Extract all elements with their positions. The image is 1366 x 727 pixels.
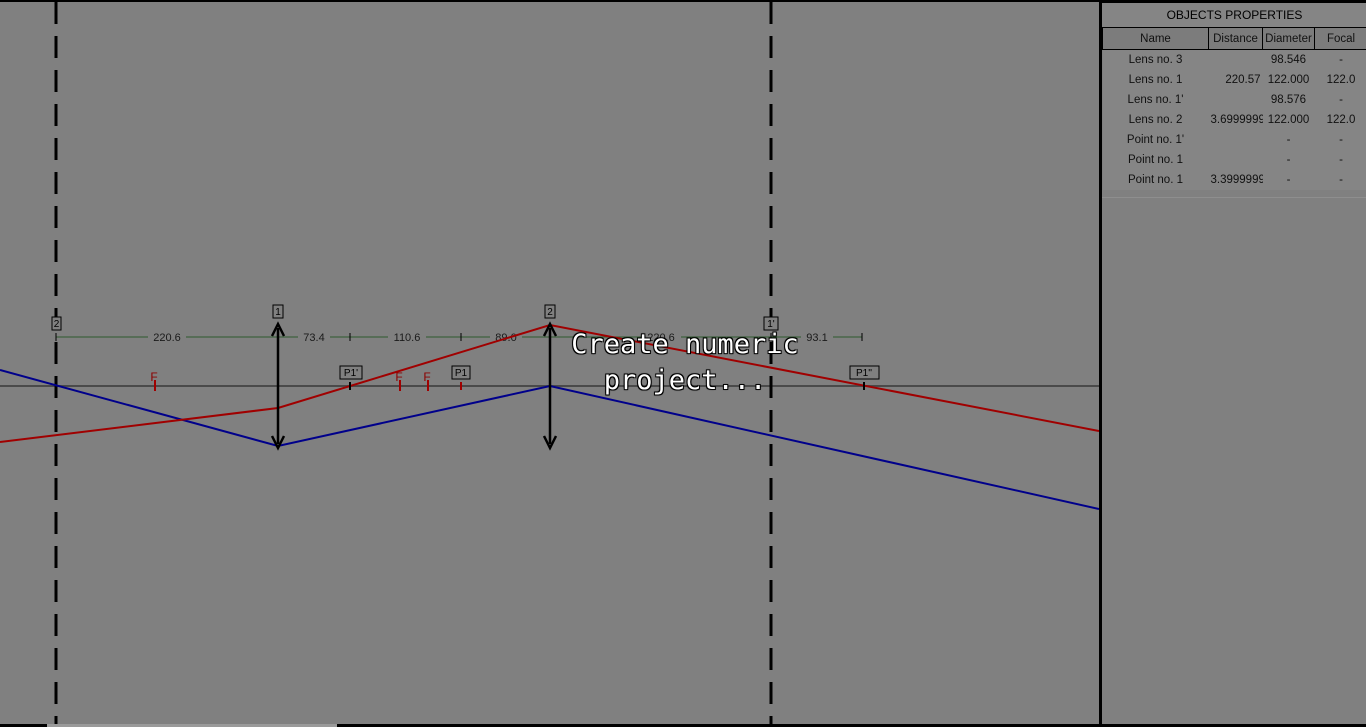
table-row[interactable]: Point no. 1' - - (1102, 130, 1366, 150)
cell-diameter: - (1262, 130, 1315, 150)
distance-label: 220.6 (153, 332, 181, 344)
table-row[interactable]: Point no. 1 - - (1102, 150, 1366, 170)
distance-label: 220.6 (647, 332, 675, 344)
column-header-distance[interactable]: Distance (1208, 28, 1263, 50)
cell-focal: - (1314, 49, 1366, 70)
cell-diameter: 98.576 (1262, 90, 1315, 110)
svg-text:P1': P1' (344, 368, 358, 379)
focal-point[interactable]: F (423, 370, 431, 391)
table-row[interactable]: Lens no. 1 220.57 122.000 122.0 (1102, 70, 1366, 90)
lens-tag-text: 2 (54, 319, 60, 330)
panel-title: OBJECTS PROPERTIES (1102, 3, 1366, 28)
svg-text:F: F (423, 370, 430, 384)
cell-name: Lens no. 1 (1102, 70, 1209, 90)
cell-distance (1208, 90, 1263, 110)
table-row[interactable]: Lens no. 2 3.699999999 122.000 122.0 (1102, 110, 1366, 130)
cell-distance (1208, 130, 1263, 150)
cell-name: Lens no. 2 (1102, 110, 1209, 130)
cell-name: Point no. 1' (1102, 130, 1209, 150)
lens-tag-text: 1 (275, 307, 281, 318)
cell-distance (1208, 150, 1263, 170)
cell-diameter: 122.000 (1262, 110, 1315, 130)
cell-distance: 220.57 (1208, 70, 1263, 90)
distance-label: 93.1 (806, 332, 827, 344)
optical-canvas[interactable]: 220.6 73.4 110.6 89.0 220.6 93.1 2 1 2 1… (0, 2, 1099, 724)
focal-point[interactable]: F (150, 370, 158, 391)
cell-focal: - (1314, 170, 1366, 190)
cell-name: Point no. 1 (1102, 150, 1209, 170)
lens-tag-text: 1' (767, 319, 775, 330)
cell-focal: - (1314, 130, 1366, 150)
properties-table: Name Distance Diameter Focal Lens no. 3 … (1102, 28, 1366, 190)
svg-text:F: F (395, 370, 402, 384)
svg-text:P1: P1 (455, 368, 468, 379)
distance-label: 110.6 (394, 332, 421, 344)
table-row[interactable]: Lens no. 1' 98.576 - (1102, 90, 1366, 110)
cell-diameter: 122.000 (1262, 70, 1315, 90)
objects-properties-panel: OBJECTS PROPERTIES Name Distance Diamete… (1101, 3, 1366, 724)
focal-point[interactable]: F (395, 370, 403, 391)
column-header-focal[interactable]: Focal (1314, 28, 1366, 50)
panel-empty-area (1102, 197, 1366, 724)
cell-diameter: 98.546 (1262, 49, 1315, 70)
cell-focal: 122.0 (1314, 110, 1366, 130)
column-header-diameter[interactable]: Diameter (1262, 28, 1315, 50)
cell-name: Lens no. 1' (1102, 90, 1209, 110)
cell-name: Point no. 1 (1102, 170, 1209, 190)
column-header-name[interactable]: Name (1102, 28, 1209, 50)
cell-focal: - (1314, 90, 1366, 110)
cell-focal: 122.0 (1314, 70, 1366, 90)
cell-distance (1208, 49, 1263, 70)
table-row[interactable]: Point no. 1 3.399999999 - - (1102, 170, 1366, 190)
distance-label: 73.4 (303, 332, 324, 344)
svg-text:F: F (150, 370, 157, 384)
cell-distance: 3.399999999 (1208, 170, 1263, 190)
cell-diameter: - (1262, 150, 1315, 170)
lens-tag-text: 2 (547, 307, 553, 318)
cell-name: Lens no. 3 (1102, 49, 1209, 70)
table-row[interactable]: Lens no. 3 98.546 - (1102, 49, 1366, 70)
svg-text:P1'': P1'' (856, 368, 872, 379)
cell-distance: 3.699999999 (1208, 110, 1263, 130)
cell-diameter: - (1262, 170, 1315, 190)
cell-focal: - (1314, 150, 1366, 170)
